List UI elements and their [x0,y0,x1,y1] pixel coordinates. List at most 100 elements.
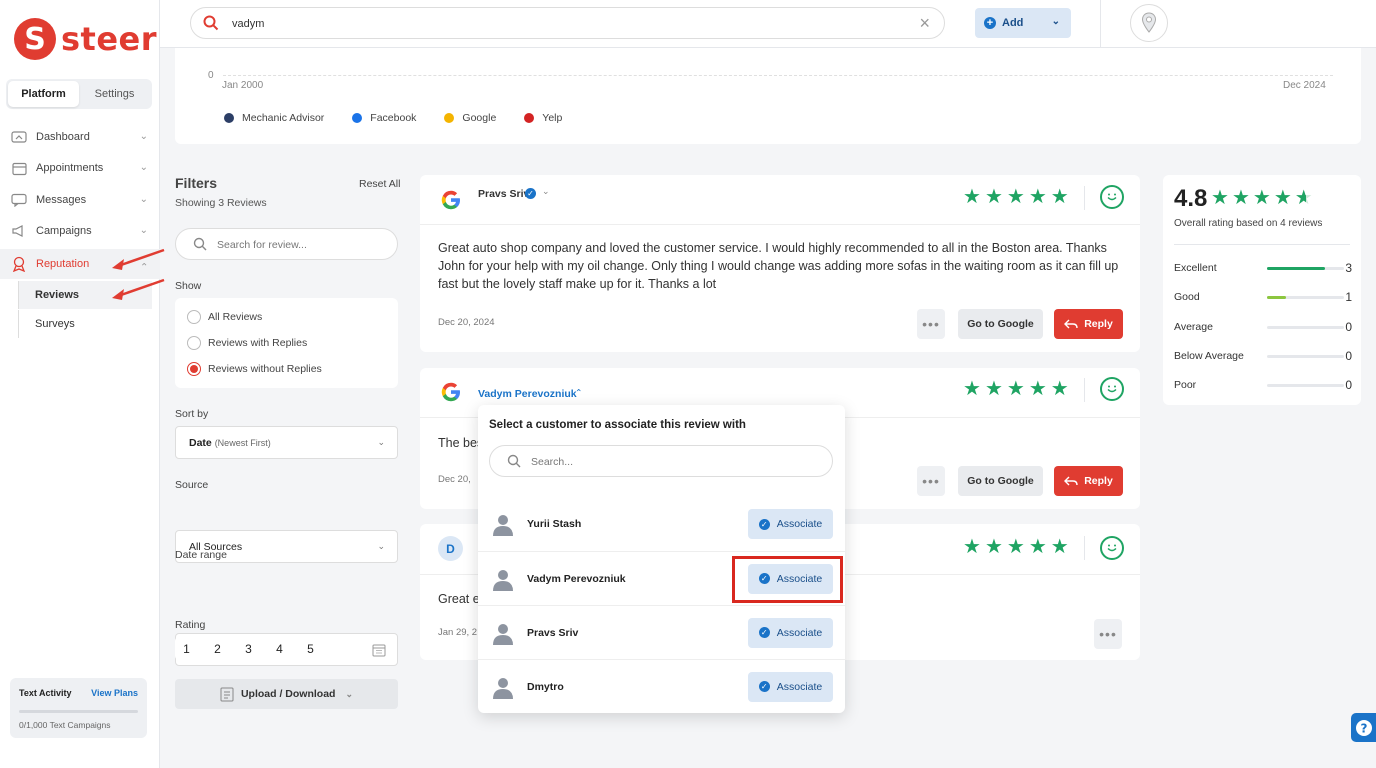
go-to-google-button[interactable]: Go to Google [958,466,1043,496]
plus-icon: + [984,17,996,29]
chart-baseline [223,75,1333,76]
legend-item[interactable]: Facebook [352,112,416,124]
radio-button [187,310,201,324]
associate-button[interactable]: ✓ Associate [748,509,833,539]
reviewer-name[interactable]: Vadym Perevozniuk [478,388,577,400]
showing-count: Showing 3 Reviews [175,197,267,209]
steer-logo-mark: S [14,18,56,60]
chevron-down-icon: ⌄ [345,688,354,699]
legend-item[interactable]: Google [444,112,496,124]
rating-chip-2[interactable]: 2 [206,637,229,660]
star-icon: ★ [1273,187,1292,209]
review-text: The bes [438,436,484,450]
rating-row-below-average: Below Average 0 [1174,348,1352,364]
search-input[interactable]: vadym [232,18,264,30]
rating-row-label: Below Average [1174,350,1244,362]
associate-label: Associate [776,626,823,639]
chevron-down-icon[interactable]: ⌄ [542,186,550,197]
customer-search-input[interactable]: Search... [531,456,573,468]
upload-download-button[interactable]: Upload / Download ⌄ [175,679,398,709]
divider [420,224,1140,225]
customer-search[interactable]: Search... [489,445,833,477]
review-text: Great auto shop company and loved the cu… [438,241,1119,291]
sidebar-item-dashboard[interactable]: Dashboard ⌄ [0,122,160,152]
rating-row-poor: Poor 0 [1174,377,1352,393]
rating-row-count: 0 [1345,349,1352,363]
happy-sentiment-icon [1100,185,1124,209]
sidebar-item-appointments[interactable]: Appointments ⌄ [0,153,160,183]
x-axis-end-label: Dec 2024 [1283,80,1326,91]
star-icon: ★ [984,378,1003,400]
customer-name: Dmytro [527,680,564,693]
associate-button[interactable]: ✓ Associate [748,617,833,648]
text-activity-usage: 0/1,000 Text Campaigns [19,720,111,730]
rating-row-fill [1267,295,1287,299]
rating-chip-1[interactable]: 1 [175,637,198,660]
top-bar-divider [1100,0,1101,48]
google-icon [441,190,460,210]
legend-item[interactable]: Mechanic Advisor [224,112,324,124]
sort-by-label: Sort by [175,408,209,420]
sidebar-item-campaigns[interactable]: Campaigns ⌄ [0,216,160,246]
star-icon: ★ [1231,187,1250,209]
more-options-button[interactable]: ••• [1094,619,1122,649]
associate-customer-popup: Select a customer to associate this revi… [478,405,845,713]
review-search[interactable]: Search for review... [175,228,398,260]
reply-label: Reply [1084,318,1113,330]
view-plans-link[interactable]: View Plans [91,688,138,698]
reply-button[interactable]: Reply [1054,309,1123,339]
legend-label: Google [462,112,497,124]
help-button[interactable]: ? [1351,713,1376,742]
reset-all-link[interactable]: Reset All [359,178,400,190]
sidebar-item-messages[interactable]: Messages ⌄ [0,185,160,215]
legend-swatch [444,113,455,123]
star-icon: ★ [963,186,981,208]
rating-chip-3[interactable]: 3 [237,637,260,660]
star-icon: ★ [1006,536,1025,558]
add-button[interactable]: + Add ⌄ [975,8,1071,38]
sidebar-item-label: Dashboard [36,131,90,143]
star-icon: ★ [963,536,981,558]
go-to-google-button[interactable]: Go to Google [958,309,1043,339]
person-avatar-icon [493,515,513,536]
tab-platform[interactable]: Platform [8,81,79,107]
star-half-icon: ★ [1294,187,1313,209]
associate-button[interactable]: ✓ Associate [748,671,833,702]
global-search[interactable]: vadym × [190,7,945,39]
location-button[interactable] [1130,4,1168,42]
sidebar-subitem-surveys[interactable]: Surveys [18,310,152,338]
reply-button[interactable]: Reply [1054,466,1123,496]
steer-logo[interactable]: S steer [14,18,157,60]
rating-row-count: 0 [1345,378,1352,392]
rating-label: Rating [175,619,206,631]
megaphone-icon [11,223,27,239]
reviews-chart-card: 0 Jan 2000 Dec 2024 Mechanic Advisor Fac… [175,48,1361,144]
rating-chip-5[interactable]: 5 [299,637,322,660]
clear-search-icon[interactable]: × [919,13,930,34]
rating-row-label: Excellent [1174,262,1217,274]
radio-all-reviews[interactable]: All Reviews [175,304,398,330]
radio-reviews-without-replies[interactable]: Reviews without Replies [175,356,398,382]
rating-summary-card: 4.8 ★ ★ ★ ★ ★ Overall rating based on 4 revi… [1163,175,1361,405]
review-date: Dec 20, 2024 [438,317,495,328]
rating-row-bar [1267,325,1344,329]
review-date: Jan 29, 2 [438,627,478,638]
text-activity-card: Text Activity View Plans 0/1,000 Text Ca… [10,678,147,738]
source-label: Source [175,479,209,491]
legend-label: Facebook [370,112,417,124]
rating-chip-4[interactable]: 4 [268,637,291,660]
sort-by-select[interactable]: Date (Newest First) ⌄ [175,426,398,459]
customer-name: Pravs Sriv [527,626,579,639]
chevron-up-icon[interactable]: ⌄ [575,386,583,397]
legend-swatch [352,113,363,123]
calendar-icon[interactable] [372,643,386,657]
more-options-button[interactable]: ••• [917,309,945,339]
rating-row-count: 1 [1345,290,1352,304]
reviewer-name[interactable]: Pravs Sriv [478,188,529,200]
legend-item[interactable]: Yelp [524,112,562,124]
more-options-button[interactable]: ••• [917,466,945,496]
review-search-input[interactable]: Search for review... [217,239,307,251]
radio-reviews-with-replies[interactable]: Reviews with Replies [175,330,398,356]
tab-settings[interactable]: Settings [79,81,150,107]
legend-label: Yelp [542,112,563,124]
